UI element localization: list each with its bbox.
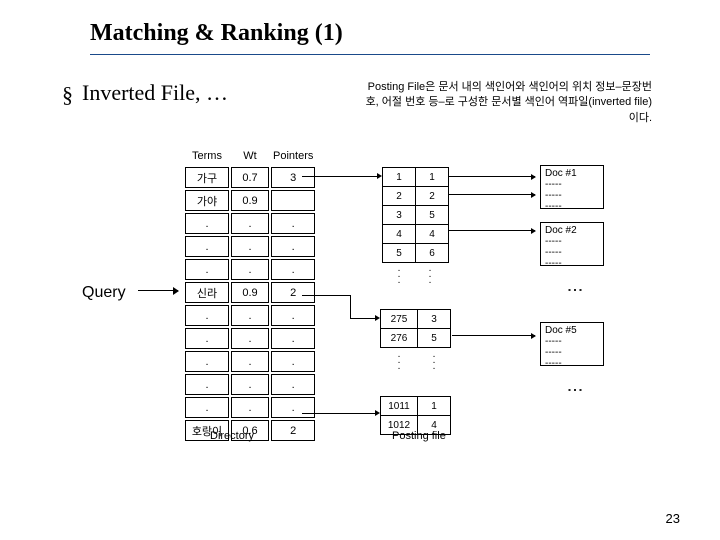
title-divider — [90, 54, 650, 55]
dir-cell: . — [231, 374, 269, 395]
dir-cell: . — [185, 374, 229, 395]
doc-line: ----- — [545, 336, 599, 347]
posting-file-label: Posting file — [392, 430, 446, 442]
post-cell: 2 — [383, 187, 416, 206]
page-number: 23 — [666, 511, 680, 526]
directory-table: Terms Wt Pointers 가구0.73 가야0.9 ... ... .… — [183, 148, 317, 443]
doc-arrow — [452, 335, 535, 336]
dir-cell: . — [271, 351, 315, 372]
doc-arrow — [449, 194, 535, 195]
post-cell: 3 — [383, 206, 416, 225]
post-cell: 276 — [381, 329, 418, 348]
post-cell: 1011 — [381, 397, 418, 416]
dir-cell: . — [271, 259, 315, 280]
dir-cell: . — [271, 236, 315, 257]
connector-line — [302, 413, 375, 414]
post-cell: 1 — [416, 168, 449, 187]
connector-line — [302, 295, 350, 296]
vertical-dots: ... — [389, 352, 409, 370]
dir-cell: . — [185, 328, 229, 349]
doc-box: Doc #2 ----- ----- ----- — [540, 222, 604, 266]
dir-cell: 0.7 — [231, 167, 269, 188]
doc-line: ----- — [545, 201, 599, 212]
dir-cell — [271, 190, 315, 211]
subheading: Inverted File, … — [82, 80, 228, 106]
bullet-mark: § — [62, 82, 73, 108]
doc-box: Doc #1 ----- ----- ----- — [540, 165, 604, 209]
dir-cell: 가야 — [185, 190, 229, 211]
doc-title: Doc #5 — [545, 325, 599, 336]
post-cell: 1 — [418, 397, 451, 416]
dir-cell: . — [231, 236, 269, 257]
dir-cell: 2 — [271, 420, 315, 441]
description-text: Posting File은 문서 내의 색인어와 색인어의 위치 정보–문장번호… — [362, 80, 652, 126]
dir-cell: . — [231, 213, 269, 234]
dir-cell: 0.9 — [231, 190, 269, 211]
doc-line: ----- — [545, 179, 599, 190]
directory-label: Directory — [210, 430, 254, 442]
doc-ellipsis: ⋮ — [566, 382, 582, 395]
doc-line: ----- — [545, 358, 599, 369]
doc-arrow — [449, 230, 535, 231]
dir-cell: 3 — [271, 167, 315, 188]
dir-cell: . — [231, 351, 269, 372]
doc-line: ----- — [545, 258, 599, 269]
post-cell: 4 — [416, 225, 449, 244]
query-label: Query — [82, 284, 126, 302]
dir-header-ptr: Pointers — [271, 150, 315, 165]
dir-cell: . — [185, 236, 229, 257]
query-arrow — [138, 290, 178, 292]
post-cell: 2 — [416, 187, 449, 206]
doc-line: ----- — [545, 190, 599, 201]
connector-line — [350, 295, 351, 318]
dir-cell: . — [185, 213, 229, 234]
doc-line: ----- — [545, 236, 599, 247]
post-cell: 6 — [416, 244, 449, 263]
dir-cell: . — [271, 328, 315, 349]
post-cell: 5 — [383, 244, 416, 263]
dir-cell: 신라 — [185, 282, 229, 303]
doc-ellipsis: ⋮ — [566, 282, 582, 295]
connector-line — [302, 176, 377, 177]
dir-cell: . — [185, 305, 229, 326]
dir-cell: . — [231, 397, 269, 418]
doc-line: ----- — [545, 347, 599, 358]
posting-block: 11 22 35 44 56 — [382, 167, 449, 263]
dir-cell: 가구 — [185, 167, 229, 188]
dir-cell: . — [185, 397, 229, 418]
dir-cell: . — [185, 259, 229, 280]
connector-line — [350, 318, 375, 319]
dir-cell: . — [231, 305, 269, 326]
dir-cell: . — [231, 259, 269, 280]
posting-block: 2753 2765 — [380, 309, 451, 348]
dir-cell: . — [271, 213, 315, 234]
doc-title: Doc #2 — [545, 225, 599, 236]
post-cell: 275 — [381, 310, 418, 329]
dir-cell: . — [271, 374, 315, 395]
vertical-dots: ... — [420, 266, 440, 284]
dir-header-terms: Terms — [185, 150, 229, 165]
vertical-dots: ... — [389, 266, 409, 284]
dir-cell: . — [271, 305, 315, 326]
slide-title: Matching & Ranking (1) — [90, 20, 343, 47]
doc-box: Doc #5 ----- ----- ----- — [540, 322, 604, 366]
post-cell: 3 — [418, 310, 451, 329]
doc-line: ----- — [545, 247, 599, 258]
dir-header-wt: Wt — [231, 150, 269, 165]
post-cell: 5 — [418, 329, 451, 348]
dir-cell: 0.9 — [231, 282, 269, 303]
post-cell: 4 — [383, 225, 416, 244]
doc-arrow — [449, 176, 535, 177]
doc-title: Doc #1 — [545, 168, 599, 179]
vertical-dots: ... — [424, 352, 444, 370]
post-cell: 1 — [383, 168, 416, 187]
post-cell: 5 — [416, 206, 449, 225]
dir-cell: 2 — [271, 282, 315, 303]
dir-cell: . — [231, 328, 269, 349]
dir-cell: . — [271, 397, 315, 418]
dir-cell: . — [185, 351, 229, 372]
